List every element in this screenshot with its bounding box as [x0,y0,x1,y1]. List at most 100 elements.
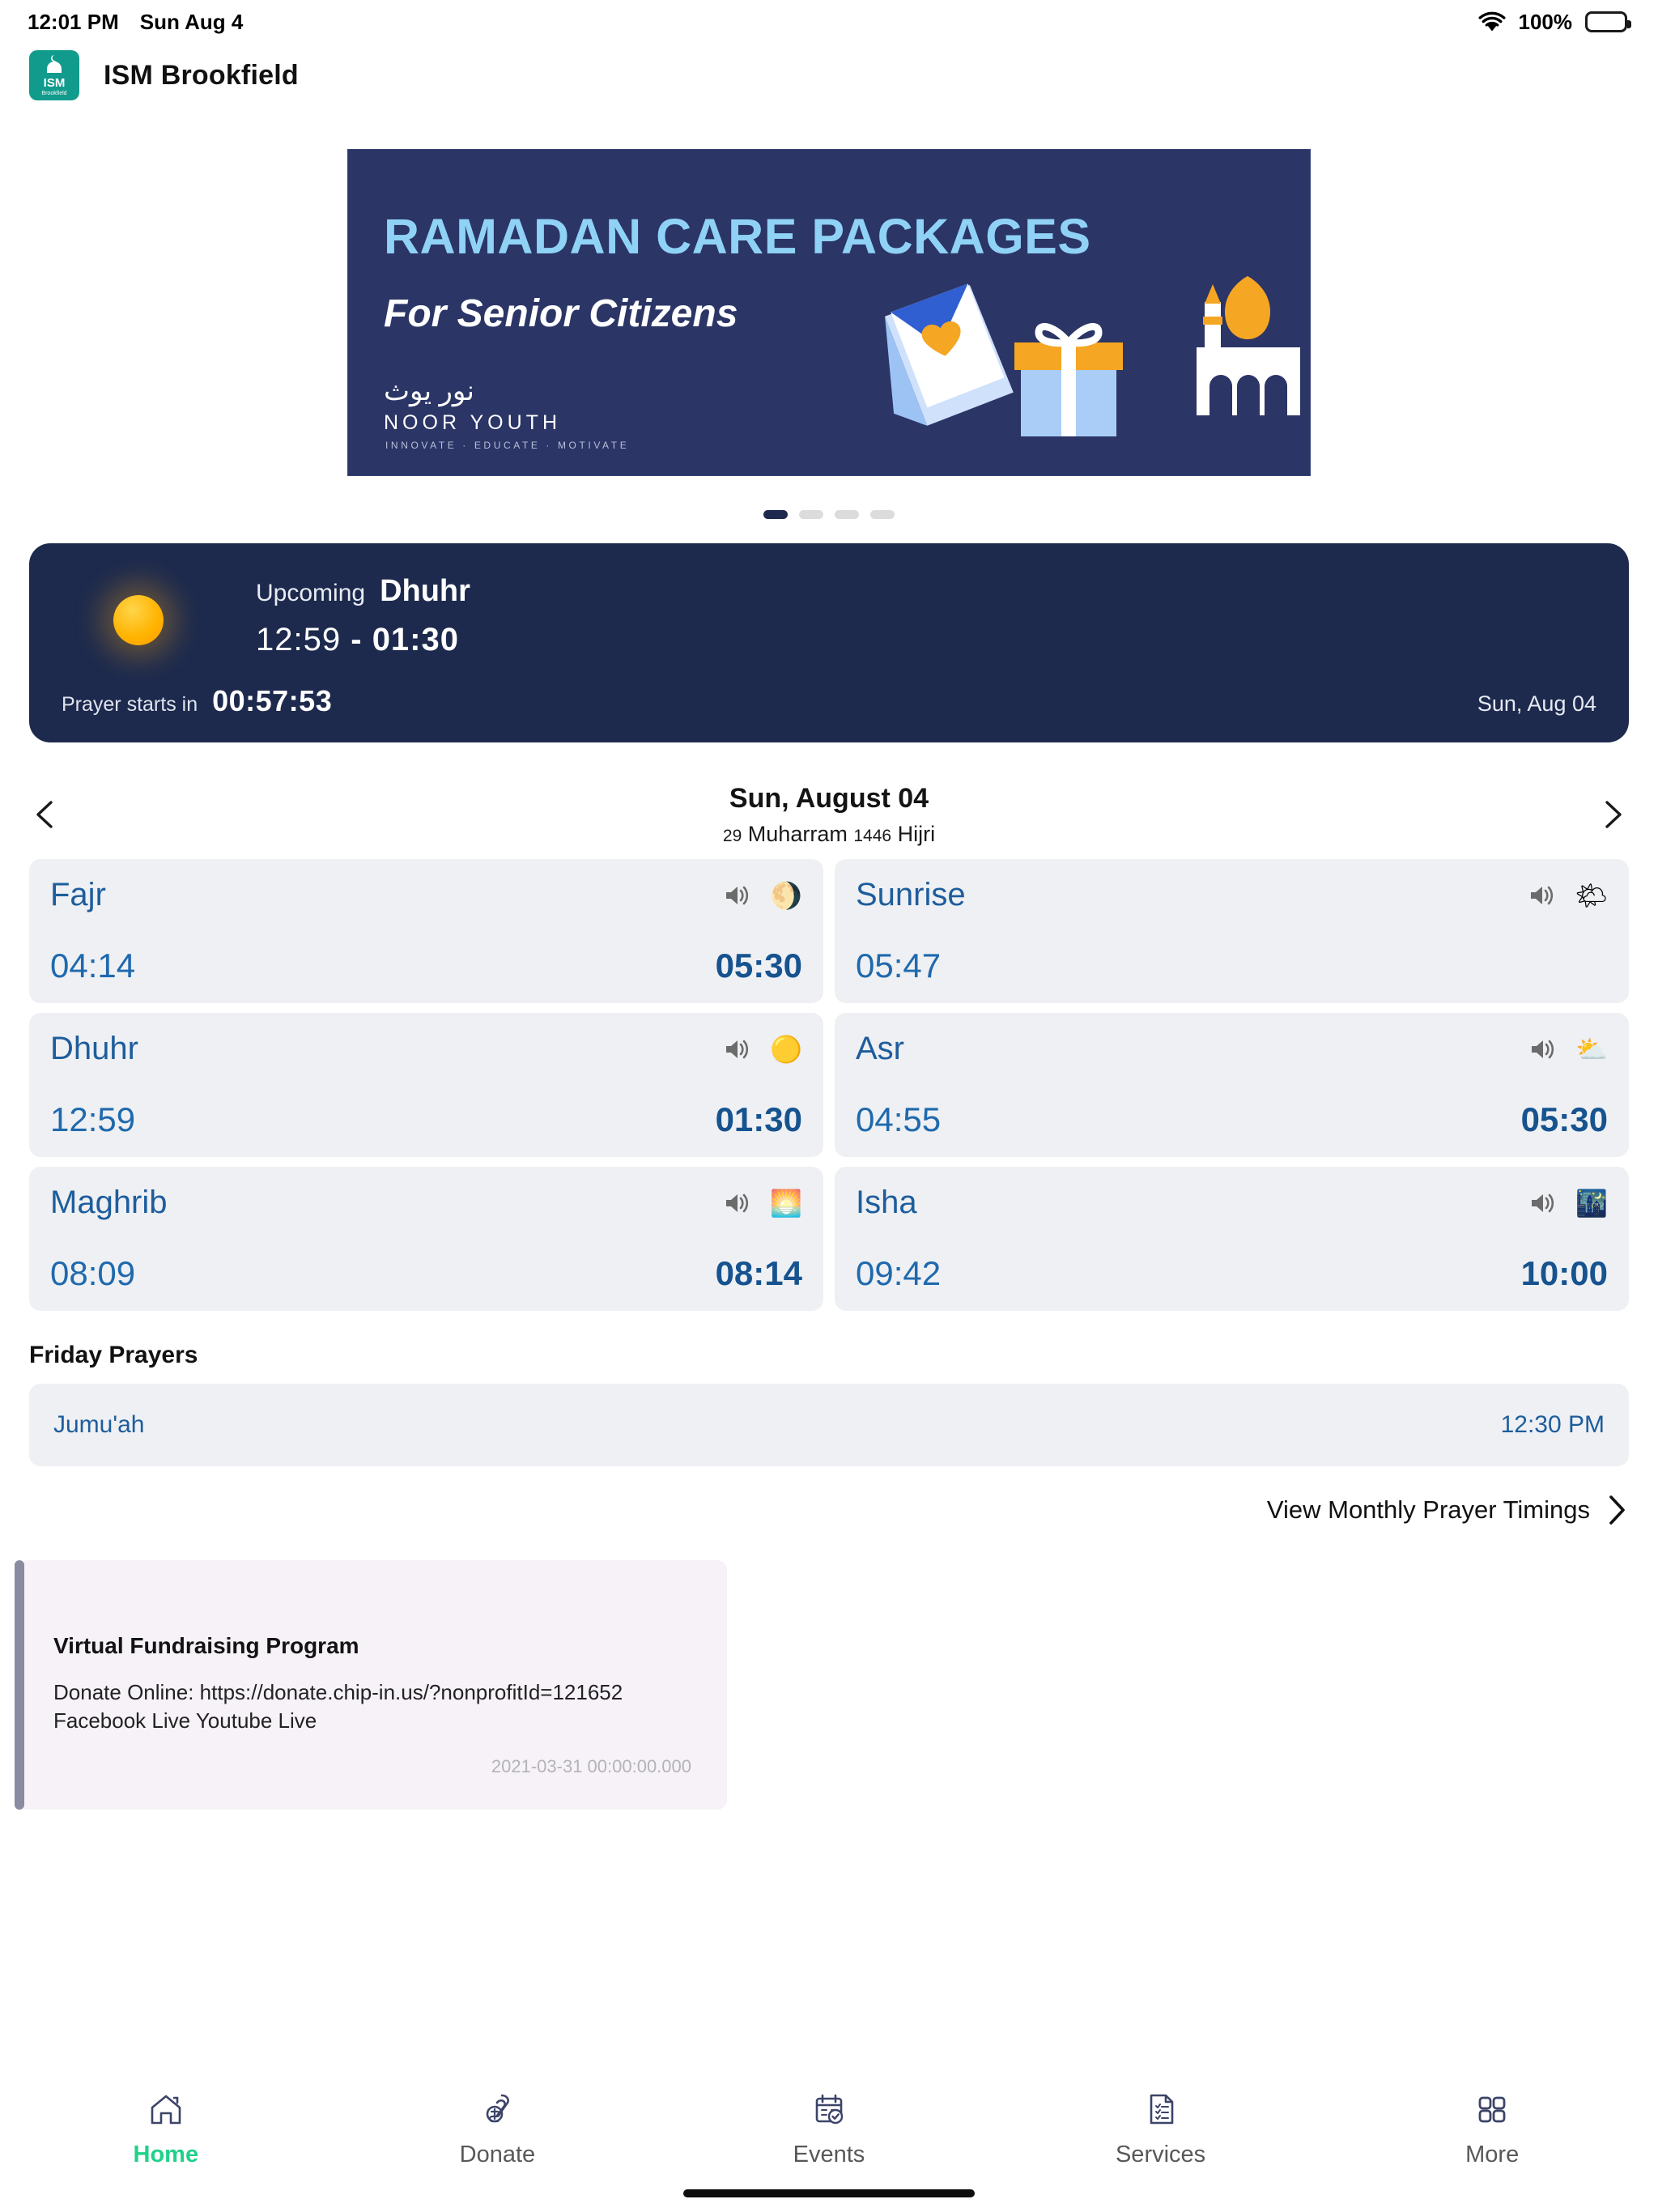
app-header: ISM Brookfield ISM Brookfield [0,44,1658,107]
upcoming-end: 01:30 [372,622,459,657]
tab-events[interactable]: Events [663,2090,995,2168]
carousel-dot-4[interactable] [870,510,895,519]
status-bar-time: 12:01 PM [28,9,119,34]
prayer-iqamah-time: 10:00 [1520,1254,1608,1292]
speaker-icon[interactable] [723,1191,750,1215]
battery-percent-label: 100% [1518,9,1573,34]
prayer-name: Maghrib [50,1185,168,1220]
speaker-icon[interactable] [1528,883,1555,908]
prayer-iqamah-time: 01:30 [715,1100,802,1138]
selected-date: Sun, August 04 [729,782,929,814]
tab-label: Events [793,2142,865,2167]
banner-slide[interactable]: RAMADAN CARE PACKAGES For Senior Citizen… [347,149,1311,476]
status-bar-date: Sun Aug 4 [139,9,244,34]
prayer-card-maghrib[interactable]: Maghrib 🌅 08:09 08:14 [29,1167,823,1311]
tab-label: Home [133,2142,199,2167]
chevron-right-icon[interactable] [1605,1492,1629,1528]
document-list-icon [1150,2094,1173,2125]
sunrise-over-cloud-icon: 🌤 [1575,880,1608,910]
announcement-accent-bar [15,1560,24,1810]
prayer-start-time: 04:14 [50,946,136,985]
announcement-body: Donate Online: https://donate.chip-in.us… [53,1680,623,1733]
tab-home[interactable]: Home [0,2090,332,2168]
speaker-icon[interactable] [723,1037,750,1061]
carousel-dot-3[interactable] [835,510,859,519]
donate-hand-icon [487,2094,510,2123]
home-icon [151,2095,181,2125]
prayer-start-time: 08:09 [50,1254,136,1292]
upcoming-label: Upcoming [256,580,366,606]
upcoming-date: Sun, Aug 04 [1477,691,1596,716]
prayer-start-time: 09:42 [856,1254,942,1292]
banner-title: RAMADAN CARE PACKAGES [384,209,1091,264]
prayer-start-time: 04:55 [856,1100,942,1138]
prayer-card-fajr[interactable]: Fajr 🌖 04:14 05:30 [29,859,823,1003]
tab-services[interactable]: Services [995,2090,1327,2168]
prayer-name: Fajr [50,877,106,912]
carousel-dots[interactable] [0,510,1658,519]
prayer-card-dhuhr[interactable]: Dhuhr 🟡 12:59 01:30 [29,1013,823,1157]
hijri-suffix: Hijri [897,821,936,846]
upcoming-time-range: 12:59 - 01:30 [256,622,1596,658]
announcement-timestamp: 2021-03-31 00:00:00.000 [491,1756,691,1777]
prayer-iqamah-time: 08:14 [715,1254,802,1292]
announcement-card[interactable]: Virtual Fundraising Program Donate Onlin… [15,1560,727,1810]
crescent-moon-stars-icon: 🌃 [1575,1188,1608,1218]
speaker-icon[interactable] [723,883,750,908]
banner-carousel[interactable]: RAMADAN CARE PACKAGES For Senior Citizen… [0,107,1658,519]
sun-icon [113,595,164,645]
prayer-name: Isha [856,1185,917,1220]
chevron-right-icon[interactable] [1593,796,1630,833]
svg-text:Brookfield: Brookfield [41,91,66,96]
view-monthly-prayer-timings-link[interactable]: View Monthly Prayer Timings [0,1492,1629,1528]
speaker-icon[interactable] [1528,1191,1556,1215]
banner-arabic-logo: نور يوث [384,376,474,406]
sun-behind-cloud-icon: ⛅ [1575,1034,1608,1064]
tab-more[interactable]: More [1326,2090,1658,2168]
upcoming-start: 12:59 [256,622,342,657]
chevron-left-icon[interactable] [28,796,65,833]
prayer-start-time: 12:59 [50,1100,136,1138]
jumuah-label: Jumu'ah [53,1411,145,1438]
prayer-card-isha[interactable]: Isha 🌃 09:42 10:00 [835,1167,1629,1311]
prayer-name: Sunrise [856,877,966,912]
hijri-year: 1446 [853,826,892,845]
prayer-iqamah-time: 05:30 [1520,1100,1608,1138]
monthly-link-label: View Monthly Prayer Timings [1266,1495,1590,1524]
prayer-card-asr[interactable]: Asr ⛅ 04:55 05:30 [835,1013,1629,1157]
friday-prayers-heading: Friday Prayers [29,1342,198,1368]
hijri-day: 29 [722,826,742,845]
page-title: ISM Brookfield [104,59,299,91]
calendar-check-icon [815,2094,844,2125]
upcoming-prayer-card[interactable]: Upcoming Dhuhr 12:59 - 01:30 Prayer star… [29,543,1629,742]
app-logo: ISM Brookfield [29,50,79,100]
carousel-dot-1[interactable] [763,510,788,519]
hijri-date: 29 Muharram 1446 Hijri [65,822,1593,847]
tab-label: Services [1115,2142,1206,2167]
tab-donate[interactable]: Donate [332,2090,664,2168]
grid-squares-icon [1478,2096,1506,2123]
prayer-times-grid: Fajr 🌖 04:14 05:30 Sunrise 🌤 05:47 Dhuhr… [0,859,1658,1311]
sunset-icon: 🌅 [770,1188,802,1218]
jumuah-time: 12:30 PM [1500,1411,1605,1438]
svg-text:ISM: ISM [44,76,66,90]
moon-behind-cloud-icon: 🌖 [770,880,802,910]
prayer-card-sunrise[interactable]: Sunrise 🌤 05:47 [835,859,1629,1003]
prayer-name: Asr [856,1031,904,1066]
status-bar: 12:01 PM Sun Aug 4 100% [0,0,1658,44]
announcement-title: Virtual Fundraising Program [53,1633,359,1658]
banner-subtitle: For Senior Citizens [384,292,738,335]
friday-prayer-row[interactable]: Jumu'ah 12:30 PM [29,1384,1629,1466]
battery-full-icon [1585,11,1631,32]
wifi-icon [1478,11,1506,32]
upcoming-separator: - [351,622,363,657]
hijri-month: Muharram [747,821,848,846]
prayer-name: Dhuhr [50,1031,138,1066]
bottom-tab-bar: Home Donate Events Services More [0,2069,1658,2212]
speaker-icon[interactable] [1528,1037,1556,1061]
carousel-dot-2[interactable] [799,510,823,519]
countdown-label: Prayer starts in [62,693,198,716]
home-indicator[interactable] [683,2189,975,2197]
countdown-timer: 00:57:53 [212,684,333,717]
prayer-iqamah-time: 05:30 [715,946,802,985]
